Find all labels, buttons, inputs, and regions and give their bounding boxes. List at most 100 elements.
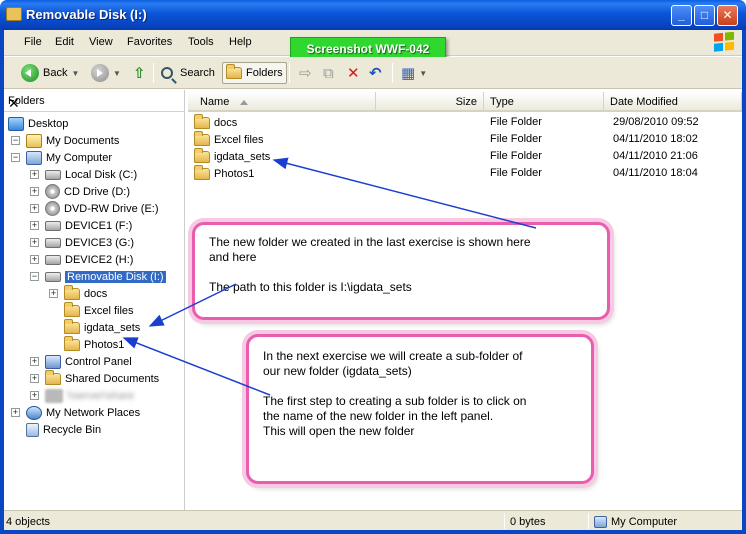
tree-item-excel-files[interactable]: Excel files bbox=[64, 301, 134, 319]
file-row[interactable]: docs File Folder 29/08/2010 09:52 bbox=[192, 113, 732, 131]
collapse-icon[interactable]: − bbox=[11, 136, 20, 145]
expand-icon[interactable]: + bbox=[30, 187, 39, 196]
tree-item-control-panel[interactable]: Control Panel bbox=[45, 353, 132, 370]
expand-icon[interactable]: + bbox=[11, 408, 20, 417]
expand-icon[interactable]: + bbox=[30, 204, 39, 213]
expand-icon[interactable]: + bbox=[30, 357, 39, 366]
file-row[interactable]: igdata_sets File Folder 04/11/2010 21:06 bbox=[192, 147, 732, 165]
views-button[interactable]: ▦ ▼ bbox=[398, 62, 430, 84]
control-panel-icon bbox=[45, 354, 61, 369]
tree-item-my-documents[interactable]: My Documents bbox=[26, 132, 119, 149]
tree-item-label: DEVICE2 (H:) bbox=[65, 253, 134, 266]
column-header-name[interactable]: Name bbox=[188, 92, 376, 112]
file-row[interactable]: Photos1 File Folder 04/11/2010 18:04 bbox=[192, 164, 732, 182]
expand-icon[interactable]: + bbox=[30, 374, 39, 383]
callout-text-line: The new folder we created in the last ex… bbox=[209, 235, 531, 249]
callout-text-line: and here bbox=[209, 250, 257, 264]
tree-item-desktop[interactable]: Desktop bbox=[8, 115, 68, 132]
callout-next-exercise: In the next exercise we will create a su… bbox=[246, 334, 594, 484]
menu-view[interactable]: View bbox=[89, 36, 113, 48]
close-button[interactable]: ✕ bbox=[717, 5, 738, 26]
status-separator bbox=[504, 513, 505, 529]
callout-text-line: our new folder (igdata_sets) bbox=[263, 364, 412, 378]
title-bar[interactable]: Removable Disk (I:) _ □ ✕ bbox=[0, 0, 746, 30]
file-date: 04/11/2010 18:04 bbox=[613, 167, 698, 179]
undo-button[interactable]: ↶ bbox=[366, 62, 385, 84]
copy-to-button[interactable]: ⧉ bbox=[320, 62, 337, 84]
removable-drive-icon bbox=[45, 254, 61, 265]
tree-item-label-selected: Removable Disk (I:) bbox=[65, 270, 166, 283]
tree-item-network-drive[interactable]: \\server\share bbox=[45, 387, 134, 404]
tree-item-shared-documents[interactable]: Shared Documents bbox=[45, 369, 159, 387]
folders-button[interactable]: Folders bbox=[222, 62, 287, 84]
folder-icon bbox=[6, 7, 22, 21]
menu-tools[interactable]: Tools bbox=[188, 36, 214, 48]
file-name: Excel files bbox=[214, 133, 264, 146]
tree-item-recycle-bin[interactable]: Recycle Bin bbox=[26, 421, 101, 438]
back-arrow-icon bbox=[21, 64, 39, 82]
tree-item-photos1[interactable]: Photos1 bbox=[64, 335, 124, 353]
up-folder-button[interactable]: ⇧ bbox=[130, 62, 149, 84]
tree-item-dvd-rw-drive-e[interactable]: DVD-RW Drive (E:) bbox=[45, 200, 159, 217]
column-header-date-modified[interactable]: Date Modified bbox=[604, 92, 742, 112]
column-header-size[interactable]: Size bbox=[376, 92, 484, 112]
menu-help[interactable]: Help bbox=[229, 36, 252, 48]
tree-item-my-computer[interactable]: My Computer bbox=[26, 149, 112, 166]
status-object-count: 4 objects bbox=[6, 516, 51, 528]
tree-item-device1-f[interactable]: DEVICE1 (F:) bbox=[45, 217, 132, 234]
tree-item-device3-g[interactable]: DEVICE3 (G:) bbox=[45, 234, 134, 251]
removable-drive-icon bbox=[45, 271, 61, 282]
tree-item-label: Control Panel bbox=[65, 355, 132, 368]
folder-icon bbox=[45, 369, 61, 385]
tree-item-label: CD Drive (D:) bbox=[64, 185, 130, 198]
minimize-button[interactable]: _ bbox=[671, 5, 692, 26]
close-pane-button[interactable]: ✕ bbox=[8, 95, 176, 112]
menu-file[interactable]: File bbox=[24, 36, 42, 48]
tree-item-label: igdata_sets bbox=[84, 321, 141, 334]
move-to-button[interactable]: ⇨ bbox=[296, 62, 315, 84]
tree-item-my-network-places[interactable]: My Network Places bbox=[26, 404, 140, 421]
menu-favorites[interactable]: Favorites bbox=[127, 36, 172, 48]
maximize-button[interactable]: □ bbox=[694, 5, 715, 26]
tree-item-label: Desktop bbox=[28, 117, 69, 130]
expand-icon[interactable]: + bbox=[30, 391, 39, 400]
expand-icon[interactable]: + bbox=[30, 255, 39, 264]
column-header-label: Date Modified bbox=[610, 96, 678, 108]
expand-icon[interactable]: + bbox=[30, 221, 39, 230]
cd-drive-icon bbox=[45, 184, 60, 199]
tree-item-label: My Documents bbox=[46, 134, 120, 147]
menu-edit[interactable]: Edit bbox=[55, 36, 74, 48]
tree-item-device2-h[interactable]: DEVICE2 (H:) bbox=[45, 251, 133, 268]
callout-text-line bbox=[209, 265, 593, 280]
collapse-icon[interactable]: − bbox=[11, 153, 20, 162]
expand-icon[interactable]: + bbox=[49, 289, 58, 298]
tree-item-label: My Network Places bbox=[46, 406, 141, 419]
collapse-icon[interactable]: − bbox=[30, 272, 39, 281]
back-button[interactable]: Back ▼ bbox=[18, 62, 82, 84]
hard-drive-icon bbox=[45, 169, 61, 180]
column-header-type[interactable]: Type bbox=[484, 92, 604, 112]
removable-drive-icon bbox=[45, 220, 61, 231]
expand-icon[interactable]: + bbox=[30, 238, 39, 247]
expand-icon[interactable]: + bbox=[30, 170, 39, 179]
tree-item-removable-disk-i[interactable]: Removable Disk (I:) bbox=[45, 268, 166, 285]
up-folder-icon: ⇧ bbox=[133, 65, 146, 82]
forward-button[interactable]: ▼ bbox=[88, 62, 124, 84]
tree-item-cd-drive-d[interactable]: CD Drive (D:) bbox=[45, 183, 130, 200]
tree-item-igdata-sets[interactable]: igdata_sets bbox=[64, 318, 141, 336]
folders-icon bbox=[226, 64, 242, 79]
file-row[interactable]: Excel files File Folder 04/11/2010 18:02 bbox=[192, 130, 732, 148]
forward-arrow-icon bbox=[91, 64, 109, 82]
status-location: My Computer bbox=[594, 514, 677, 530]
sort-ascending-icon bbox=[240, 99, 249, 105]
search-button[interactable]: Search bbox=[158, 62, 218, 84]
search-icon bbox=[161, 67, 173, 79]
tree-item-docs[interactable]: docs bbox=[64, 284, 107, 302]
callout-text-line: the name of the new folder in the left p… bbox=[263, 409, 494, 423]
tree-item-label: Excel files bbox=[84, 304, 134, 317]
window-border-bottom bbox=[0, 530, 746, 534]
tree-item-local-disk-c[interactable]: Local Disk (C:) bbox=[45, 166, 137, 183]
delete-button[interactable]: ✕ bbox=[344, 62, 363, 84]
folder-icon bbox=[64, 301, 80, 317]
folders-pane: Folders ✕ Desktop − My Documents − My Co… bbox=[4, 90, 185, 510]
